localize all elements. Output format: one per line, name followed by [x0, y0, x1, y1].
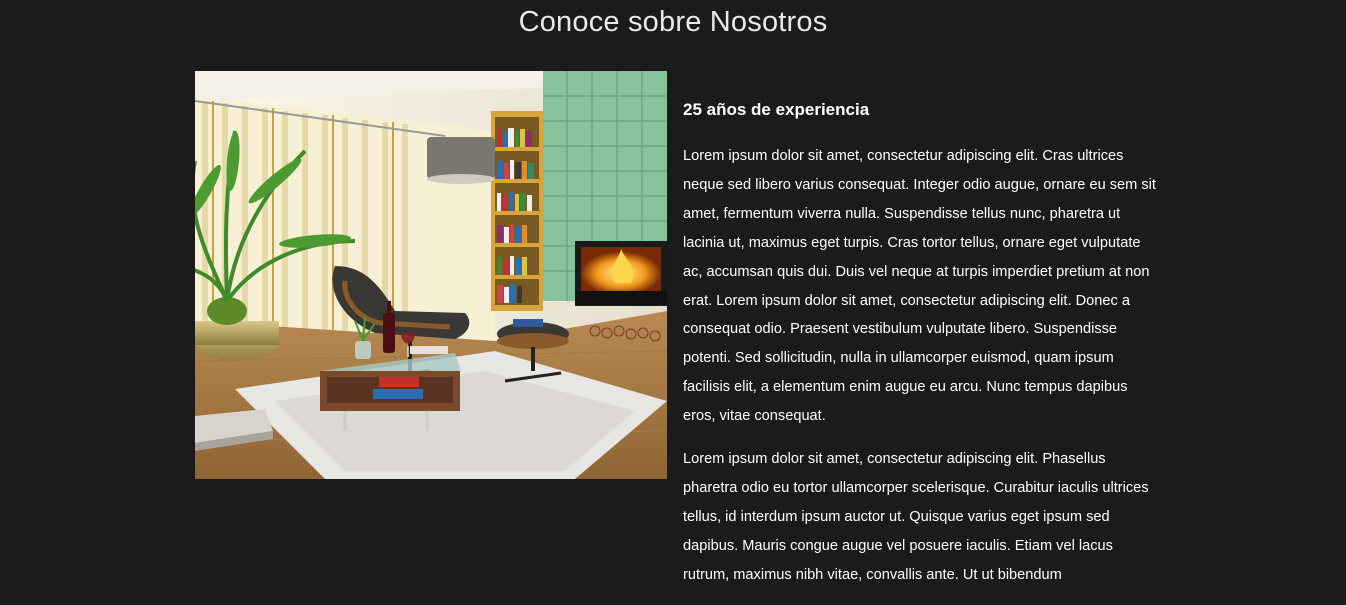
about-paragraph-1: Lorem ipsum dolor sit amet, consectetur …: [683, 148, 1156, 425]
experience-heading: 25 años de experiencia: [683, 100, 870, 119]
about-section: Conoce sobre Nosotros 25 años de experie…: [0, 0, 1346, 605]
about-paragraph-2: Lorem ipsum dolor sit amet, consectetur …: [683, 451, 1149, 583]
about-text: 25 años de experiencia Lorem ipsum dolor…: [683, 97, 1163, 604]
section-title: Conoce sobre Nosotros: [518, 6, 828, 38]
living-room-image: [195, 71, 667, 479]
